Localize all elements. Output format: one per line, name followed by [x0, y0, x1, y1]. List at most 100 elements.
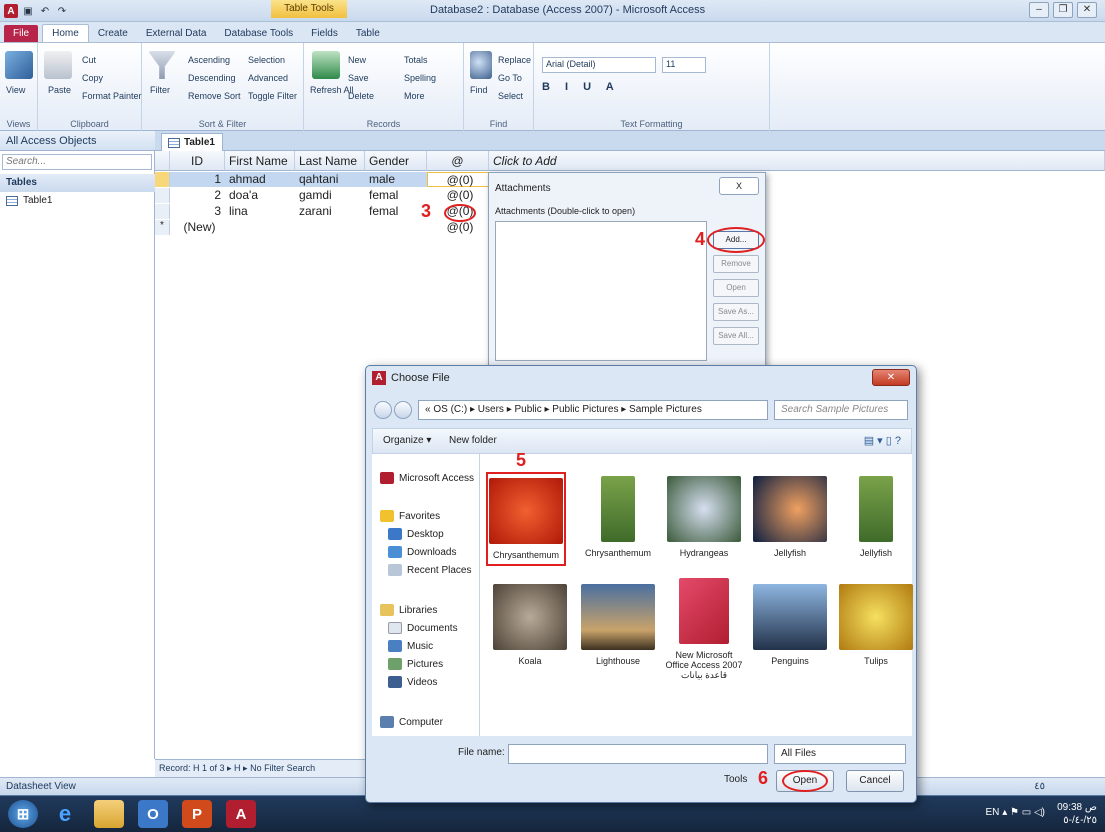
save-icon[interactable]: ▣: [21, 4, 35, 18]
file-hydrangeas[interactable]: Hydrangeas: [664, 472, 744, 562]
column-header-first-name[interactable]: First Name: [225, 151, 295, 171]
nav-section-tables[interactable]: Tables: [0, 174, 155, 192]
column-header-click-to-add[interactable]: Click to Add: [489, 151, 1105, 171]
cell-first-name[interactable]: lina: [225, 204, 295, 219]
save-record-button[interactable]: Save: [348, 73, 369, 83]
descending-button[interactable]: Descending: [188, 73, 236, 83]
attachments-list[interactable]: [495, 221, 707, 361]
close-button[interactable]: ✕: [1077, 2, 1097, 18]
tools-button[interactable]: Tools: [724, 774, 747, 785]
find-button[interactable]: Find: [470, 85, 488, 95]
replace-button[interactable]: Replace: [498, 55, 531, 65]
access-taskbar-icon[interactable]: A: [226, 800, 256, 828]
remove-attachment-button[interactable]: Remove: [713, 255, 759, 273]
cell-gender[interactable]: femal: [365, 188, 427, 203]
cell-id[interactable]: 1: [170, 172, 225, 187]
undo-icon[interactable]: ↶: [38, 4, 52, 18]
cell-id[interactable]: 3: [170, 204, 225, 219]
column-header-attachment[interactable]: @: [427, 151, 489, 171]
explorer-icon[interactable]: [94, 800, 124, 828]
back-icon[interactable]: [374, 401, 392, 419]
cell-last-name[interactable]: gamdi: [295, 188, 365, 203]
cell-attachment-new[interactable]: @(0): [427, 220, 489, 235]
column-header-last-name[interactable]: Last Name: [295, 151, 365, 171]
column-header-gender[interactable]: Gender: [365, 151, 427, 171]
cell-attachment[interactable]: @(0): [427, 188, 489, 203]
advanced-button[interactable]: Advanced: [248, 73, 288, 83]
cell-id[interactable]: 2: [170, 188, 225, 203]
cell-gender[interactable]: male: [365, 172, 427, 187]
spelling-button[interactable]: Spelling: [404, 73, 436, 83]
cell-new[interactable]: (New): [170, 220, 225, 235]
font-size-select[interactable]: 11: [662, 57, 706, 73]
sidebar-item-microsoft-access[interactable]: Microsoft Access: [380, 472, 474, 484]
tab-table1[interactable]: Table1: [161, 133, 223, 151]
nav-pane-title[interactable]: All Access Objects: [0, 131, 155, 151]
file-chrysanthemum-archive[interactable]: Chrysanthemum: [578, 472, 658, 562]
toggle-filter-button[interactable]: Toggle Filter: [248, 91, 297, 101]
tab-external-data[interactable]: External Data: [137, 25, 216, 42]
nav-item-table1[interactable]: Table1: [6, 195, 52, 206]
open-attachment-button[interactable]: Open: [713, 279, 759, 297]
format-painter-button[interactable]: Format Painter: [82, 91, 142, 101]
sidebar-item-recent-places[interactable]: Recent Places: [388, 564, 471, 576]
file-chrysanthemum-jpg[interactable]: Chrysanthemum: [486, 472, 566, 566]
sidebar-item-downloads[interactable]: Downloads: [388, 546, 456, 558]
refresh-icon[interactable]: [312, 51, 340, 79]
select-all-corner[interactable]: [155, 151, 170, 171]
record-navigator[interactable]: Record: H 1 of 3 ▸ H ▸ No Filter Search: [155, 759, 370, 777]
row-selector[interactable]: [155, 188, 170, 203]
tab-database-tools[interactable]: Database Tools: [215, 25, 302, 42]
sidebar-item-desktop[interactable]: Desktop: [388, 528, 444, 540]
new-folder-button[interactable]: New folder: [449, 435, 497, 446]
start-icon[interactable]: ⊞: [8, 800, 38, 828]
cell-last-name[interactable]: zarani: [295, 204, 365, 219]
font-name-select[interactable]: Arial (Detail): [542, 57, 656, 73]
file-search-input[interactable]: Search Sample Pictures: [774, 400, 908, 420]
binoculars-icon[interactable]: [470, 51, 492, 79]
file-name-input[interactable]: [508, 744, 768, 764]
ascending-button[interactable]: Ascending: [188, 55, 230, 65]
file-penguins[interactable]: Penguins: [750, 584, 830, 666]
filter-icon[interactable]: [148, 51, 176, 79]
redo-icon[interactable]: ↷: [55, 4, 69, 18]
more-button[interactable]: More: [404, 91, 425, 101]
clock[interactable]: 09:38 ص ٢٥/-٤/-٥: [1057, 801, 1097, 827]
new-record-button[interactable]: New: [348, 55, 366, 65]
copy-button[interactable]: Copy: [82, 73, 103, 83]
file-koala[interactable]: Koala: [490, 584, 570, 666]
attachments-close-button[interactable]: X: [719, 177, 759, 195]
file-jellyfish-archive[interactable]: Jellyfish: [836, 472, 916, 562]
paste-icon[interactable]: [44, 51, 72, 79]
forward-icon[interactable]: [394, 401, 412, 419]
sidebar-item-favorites[interactable]: Favorites: [380, 510, 440, 522]
column-header-id[interactable]: ID: [170, 151, 225, 171]
save-all-attachment-button[interactable]: Save All...: [713, 327, 759, 345]
row-selector[interactable]: [155, 172, 170, 187]
new-row-selector[interactable]: *: [155, 220, 170, 235]
file-lighthouse[interactable]: Lighthouse: [578, 584, 658, 666]
cell-last-name[interactable]: qahtani: [295, 172, 365, 187]
select-button[interactable]: Select: [498, 91, 523, 101]
cell-attachment[interactable]: @(0): [427, 172, 489, 187]
save-as-attachment-button[interactable]: Save As...: [713, 303, 759, 321]
tab-fields[interactable]: Fields: [302, 25, 347, 42]
access-logo-icon[interactable]: A: [4, 4, 18, 18]
outlook-icon[interactable]: O: [138, 800, 168, 828]
minimize-button[interactable]: –: [1029, 2, 1049, 18]
tab-create[interactable]: Create: [89, 25, 137, 42]
remove-sort-button[interactable]: Remove Sort: [188, 91, 241, 101]
cell-first-name[interactable]: doa'a: [225, 188, 295, 203]
sidebar-item-computer[interactable]: Computer: [380, 716, 443, 728]
sidebar-item-videos[interactable]: Videos: [388, 676, 437, 688]
sidebar-item-music[interactable]: Music: [388, 640, 433, 652]
address-bar[interactable]: « OS (C:) ▸ Users ▸ Public ▸ Public Pict…: [418, 400, 768, 420]
powerpoint-icon[interactable]: P: [182, 800, 212, 828]
view-icon[interactable]: [5, 51, 33, 79]
row-selector[interactable]: [155, 204, 170, 219]
restore-button[interactable]: ❐: [1053, 2, 1073, 18]
view-button[interactable]: View: [6, 85, 25, 95]
cell-gender[interactable]: femal: [365, 204, 427, 219]
ie-icon[interactable]: e: [50, 800, 80, 828]
organize-button[interactable]: Organize ▾: [383, 435, 431, 446]
